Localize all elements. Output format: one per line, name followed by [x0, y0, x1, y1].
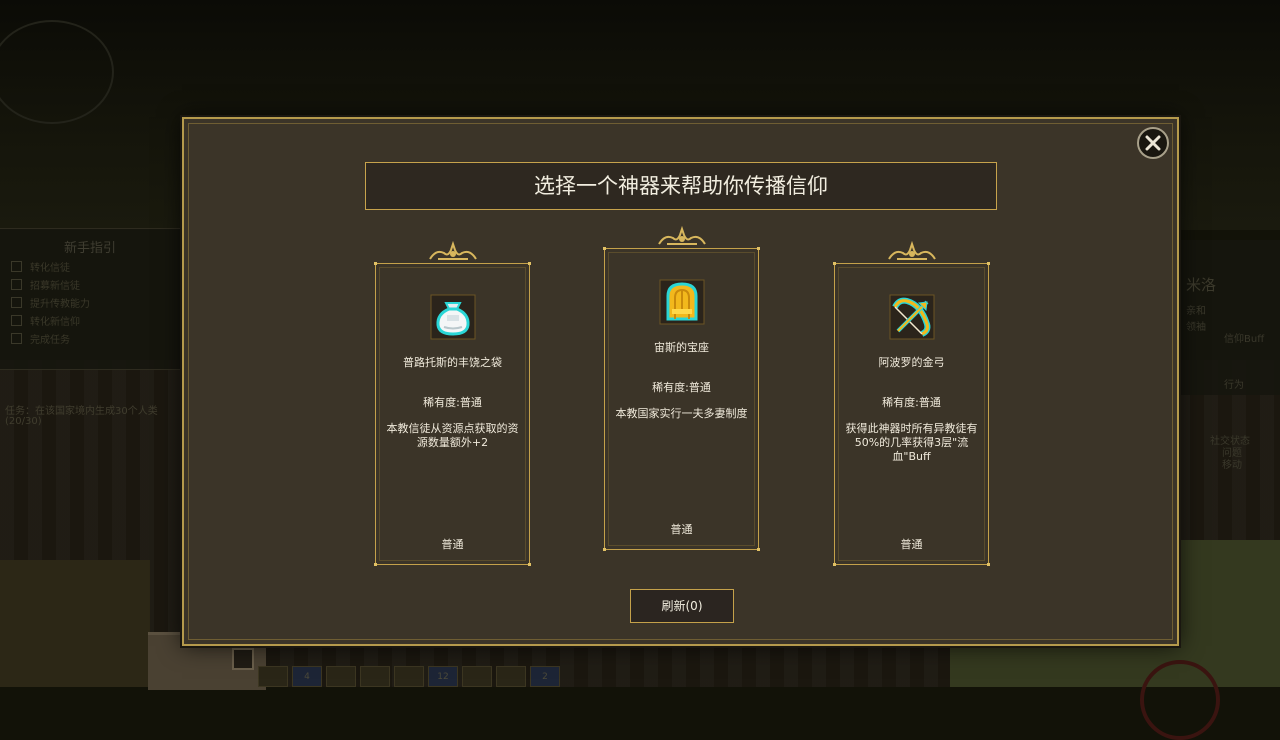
guide-checkbox[interactable] — [11, 297, 22, 308]
card-corner — [528, 563, 531, 566]
artifact-tier: 普通 — [670, 523, 693, 536]
guide-item: 转化信徒 — [30, 263, 70, 274]
card-corner — [603, 247, 606, 250]
golden-bow-icon — [889, 294, 934, 340]
card-corner — [757, 247, 760, 250]
artifact-card[interactable]: 普路托斯的丰饶之袋 稀有度:普通 本教信徒从资源点获取的资源数量额外+2 普通 — [374, 241, 531, 566]
event-log-line: (20/30) — [5, 416, 42, 427]
artifact-rarity: 稀有度:普通 — [423, 396, 482, 409]
guide-checkbox[interactable] — [11, 333, 22, 344]
artifact-card[interactable]: 宙斯的宝座 稀有度:普通 本教国家实行一夫多妻制度 普通 — [603, 226, 760, 551]
guide-item: 提升传教能力 — [30, 299, 90, 310]
event-log-line: 任务：在该国家境内生成30个人类 — [5, 406, 158, 417]
power-orb — [1140, 660, 1220, 740]
card-corner — [987, 563, 990, 566]
info-line: 信仰Buff — [1224, 334, 1265, 345]
artifact-select-dialog: 选择一个神器来帮助你传播信仰 普路托斯的丰饶之袋 稀有度:普通 本教信徒从资源点… — [182, 117, 1179, 646]
guide-item: 招募新信徒 — [30, 281, 80, 292]
info-line: 亲和 — [1186, 306, 1206, 317]
golden-throne-icon — [659, 279, 704, 325]
card-corner — [833, 262, 836, 265]
card-corner — [528, 262, 531, 265]
game-world-house-window — [232, 648, 254, 670]
tutorial-guide-panel: 新手指引 转化信徒 招募新信徒 提升传教能力 转化新信仰 完成任务 — [0, 228, 186, 370]
artifact-name: 宙斯的宝座 — [654, 341, 709, 354]
unit-info-panel: 米洛 亲和 领袖 信仰Buff 行为 — [1180, 240, 1280, 395]
close-button[interactable] — [1137, 127, 1169, 159]
hotbar-slot[interactable] — [394, 666, 424, 687]
artifact-rarity: 稀有度:普通 — [882, 396, 941, 409]
unit-name: 米洛 — [1186, 276, 1217, 294]
guide-panel-title: 新手指引 — [64, 241, 117, 256]
dialog-title-bar: 选择一个神器来帮助你传播信仰 — [365, 162, 997, 210]
game-world-field — [0, 560, 150, 687]
info-line: 行为 — [1224, 380, 1244, 391]
guide-checkbox[interactable] — [11, 279, 22, 290]
guide-checkbox[interactable] — [11, 261, 22, 272]
artifact-rarity: 稀有度:普通 — [652, 381, 711, 394]
artifact-description: 本教信徒从资源点获取的资源数量额外+2 — [386, 422, 519, 449]
info-line: 移动 — [1222, 460, 1242, 471]
info-line: 领袖 — [1186, 322, 1206, 333]
close-icon — [1145, 135, 1161, 151]
guide-item: 转化新信仰 — [30, 317, 80, 328]
artifact-tier: 普通 — [900, 538, 923, 551]
card-corner — [374, 262, 377, 265]
card-corner — [603, 548, 606, 551]
artifact-name: 阿波罗的金弓 — [878, 356, 945, 369]
dialog-title: 选择一个神器来帮助你传播信仰 — [534, 174, 828, 198]
card-corner — [757, 548, 760, 551]
card-crest-ornament — [428, 241, 477, 260]
hotbar-slot[interactable] — [360, 666, 390, 687]
card-corner — [833, 563, 836, 566]
artifact-tier: 普通 — [441, 538, 464, 551]
artifact-description: 获得此神器时所有异教徒有50%的几率获得3层"流血"Buff — [845, 422, 978, 463]
guide-item: 完成任务 — [30, 335, 70, 346]
artifact-card[interactable]: 阿波罗的金弓 稀有度:普通 获得此神器时所有异教徒有50%的几率获得3层"流血"… — [833, 241, 990, 566]
hotbar-slot[interactable]: 2 — [530, 666, 560, 687]
guide-checkbox[interactable] — [11, 315, 22, 326]
card-crest-ornament — [887, 241, 936, 260]
hotbar-slot[interactable] — [496, 666, 526, 687]
card-corner — [987, 262, 990, 265]
hotbar-slot[interactable] — [258, 666, 288, 687]
hotbar-slot[interactable]: 12 — [428, 666, 458, 687]
card-corner — [374, 563, 377, 566]
refresh-button[interactable]: 刷新(0) — [630, 589, 734, 623]
hotbar-slot[interactable] — [462, 666, 492, 687]
money-bag-icon — [430, 294, 475, 340]
event-log: 任务：在该国家境内生成30个人类 (20/30) — [0, 396, 185, 432]
artifact-name: 普路托斯的丰饶之袋 — [403, 356, 502, 369]
hotbar-slot[interactable]: 4 — [292, 666, 322, 687]
hotbar-slot[interactable] — [326, 666, 356, 687]
hotbar: 4 12 2 — [258, 666, 560, 687]
artifact-description: 本教国家实行一夫多妻制度 — [615, 407, 748, 420]
card-crest-ornament — [657, 226, 706, 245]
